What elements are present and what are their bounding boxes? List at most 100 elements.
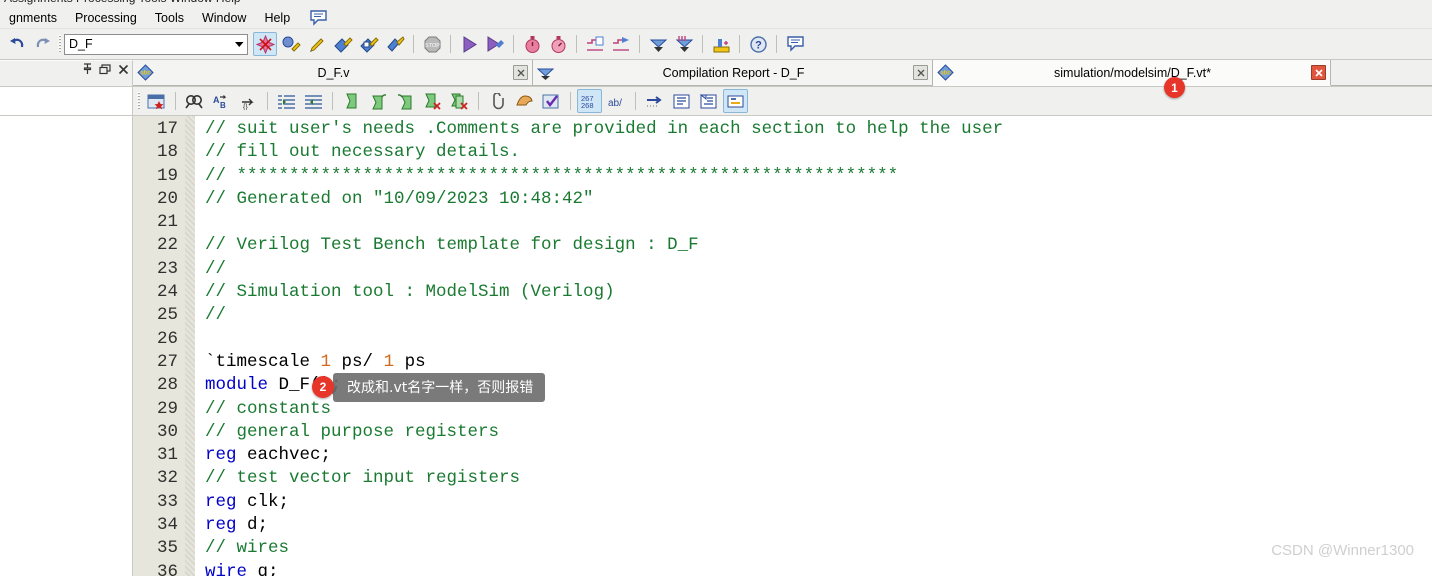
compilation-report-icon: [537, 64, 554, 81]
editor-separator-5: [570, 92, 571, 110]
stop-processing-icon[interactable]: STOP: [420, 32, 444, 56]
scroll-icon[interactable]: [512, 89, 537, 113]
svg-text:abc: abc: [940, 71, 951, 77]
code-fold-bar[interactable]: [185, 116, 195, 576]
comment-icon[interactable]: [339, 89, 364, 113]
tab-testbench-vt[interactable]: abc simulation/modelsim/D_F.vt*: [933, 60, 1331, 86]
toolbar-separator-3: [513, 35, 514, 53]
code-token: ps/: [331, 351, 384, 372]
line-number: 33: [156, 491, 178, 512]
restore-icon[interactable]: [98, 62, 112, 76]
chevron-down-icon[interactable]: [231, 36, 247, 53]
editor-toolbar: AB {} 267 268 ab/: [133, 87, 1432, 115]
replace-icon[interactable]: AB: [209, 89, 234, 113]
code-editor[interactable]: 17 18 19 20 21 22 23 24 25 26 27 28 29 30 31 32 33 34 35 36…: [133, 116, 1432, 576]
toolbar-separator: [413, 35, 414, 53]
start-analysis-elaboration-icon[interactable]: [483, 32, 507, 56]
help-icon[interactable]: ?: [746, 32, 770, 56]
menu-help-label: Help: [264, 10, 291, 25]
code-token: reg: [205, 491, 237, 512]
code-token: wire: [205, 561, 248, 576]
code-line: // Generated on "10/09/2023 10:48:42": [205, 188, 1432, 211]
clipped-menu-row: Assignments Processing Tools Window Help: [0, 0, 1432, 7]
timing-analyzer-icon[interactable]: [383, 32, 407, 56]
start-eda-netlist-writer-icon[interactable]: [583, 32, 607, 56]
code-line: // Simulation tool : ModelSim (Verilog): [205, 281, 1432, 304]
tab-compilation-report-close[interactable]: [913, 65, 928, 80]
start-compilation-icon[interactable]: [457, 32, 481, 56]
remove-all-comments-icon[interactable]: [447, 89, 472, 113]
main-toolbar: D_F STOP ?: [0, 29, 1432, 60]
attach-icon[interactable]: [485, 89, 510, 113]
project-combo[interactable]: D_F: [64, 33, 248, 55]
code-text-area[interactable]: // suit user's needs .Comments are provi…: [195, 116, 1432, 576]
start-simulation-icon[interactable]: [609, 32, 633, 56]
menu-help[interactable]: Help: [255, 9, 299, 27]
uncomment-icon[interactable]: [366, 89, 391, 113]
tab-d-f-v[interactable]: abc D_F.v: [133, 60, 533, 86]
editor-body-row: 17 18 19 20 21 22 23 24 25 26 27 28 29 30 31 32 33 34 35 36…: [0, 116, 1432, 576]
decrease-indent-icon[interactable]: [301, 89, 326, 113]
start-timequest-icon[interactable]: [546, 32, 570, 56]
code-line: // wires: [205, 537, 1432, 560]
pin-planner-icon[interactable]: [709, 32, 733, 56]
line-number: 30: [156, 421, 178, 442]
show-hierarchy-icon[interactable]: [669, 89, 694, 113]
code-line: reg d;: [205, 514, 1432, 537]
signaltap-icon[interactable]: [672, 32, 696, 56]
insert-template-icon[interactable]: [144, 89, 169, 113]
menu-window[interactable]: Window: [193, 9, 255, 27]
undo-comment-icon[interactable]: [393, 89, 418, 113]
assembler-icon[interactable]: [357, 32, 381, 56]
find-icon[interactable]: [182, 89, 207, 113]
code-token: // suit user's needs .Comments are provi…: [205, 119, 1004, 139]
programmer-icon[interactable]: [646, 32, 670, 56]
tab-d-f-v-close[interactable]: [513, 65, 528, 80]
indent-right-icon[interactable]: [642, 89, 667, 113]
code-line: // fill out necessary details.: [205, 141, 1432, 164]
fitter-icon[interactable]: [331, 32, 355, 56]
compile-design-icon[interactable]: [305, 32, 329, 56]
increase-indent-icon[interactable]: [274, 89, 299, 113]
speech-balloon-icon[interactable]: [309, 9, 328, 26]
svg-text:{}: {}: [243, 104, 248, 110]
annotation-marker-1-label: 1: [1171, 80, 1178, 95]
tab-compilation-report[interactable]: Compilation Report - D_F: [533, 60, 933, 86]
pin-icon[interactable]: [80, 62, 94, 76]
code-line: // *************************************…: [205, 165, 1432, 188]
left-panel-blank-top: [0, 87, 133, 115]
code-line: reg clk;: [205, 491, 1432, 514]
goto-line-icon[interactable]: {}: [236, 89, 261, 113]
menu-assignments[interactable]: gnments: [0, 9, 66, 27]
tab-d-f-v-label: D_F.v: [317, 65, 350, 80]
undo-button[interactable]: [5, 32, 29, 56]
collapse-icon[interactable]: [696, 89, 721, 113]
svg-text:A: A: [213, 95, 220, 105]
check-syntax-icon[interactable]: [539, 89, 564, 113]
tab-testbench-vt-close[interactable]: [1311, 65, 1326, 80]
line-numbers-icon[interactable]: 267 268: [577, 89, 602, 113]
line-number: 22: [156, 235, 178, 256]
analysis-synthesis-icon[interactable]: [279, 32, 303, 56]
line-number: 21: [156, 212, 178, 233]
stop-analysis-icon[interactable]: [253, 32, 277, 56]
code-token: // *************************************…: [205, 165, 899, 186]
close-icon[interactable]: [116, 62, 130, 76]
editor-tabstrip: abc D_F.v Compilation Report - D_F abc s…: [133, 60, 1432, 86]
menu-processing[interactable]: Processing: [66, 9, 146, 27]
editor-toolbar-grip[interactable]: [137, 92, 140, 110]
code-token: // general purpose registers: [205, 421, 500, 442]
project-combo-value: D_F: [69, 37, 93, 51]
word-wrap-icon[interactable]: ab/: [604, 89, 629, 113]
remove-comment-icon[interactable]: [420, 89, 445, 113]
code-token: `timescale: [205, 351, 321, 372]
toolbar-grip[interactable]: [58, 35, 61, 53]
menu-tools[interactable]: Tools: [146, 9, 193, 27]
start-timing-analysis-icon[interactable]: [520, 32, 544, 56]
line-number: 28: [156, 375, 178, 396]
balloon-help-icon[interactable]: [783, 32, 807, 56]
redo-button[interactable]: [31, 32, 55, 56]
expand-icon[interactable]: [723, 89, 748, 113]
